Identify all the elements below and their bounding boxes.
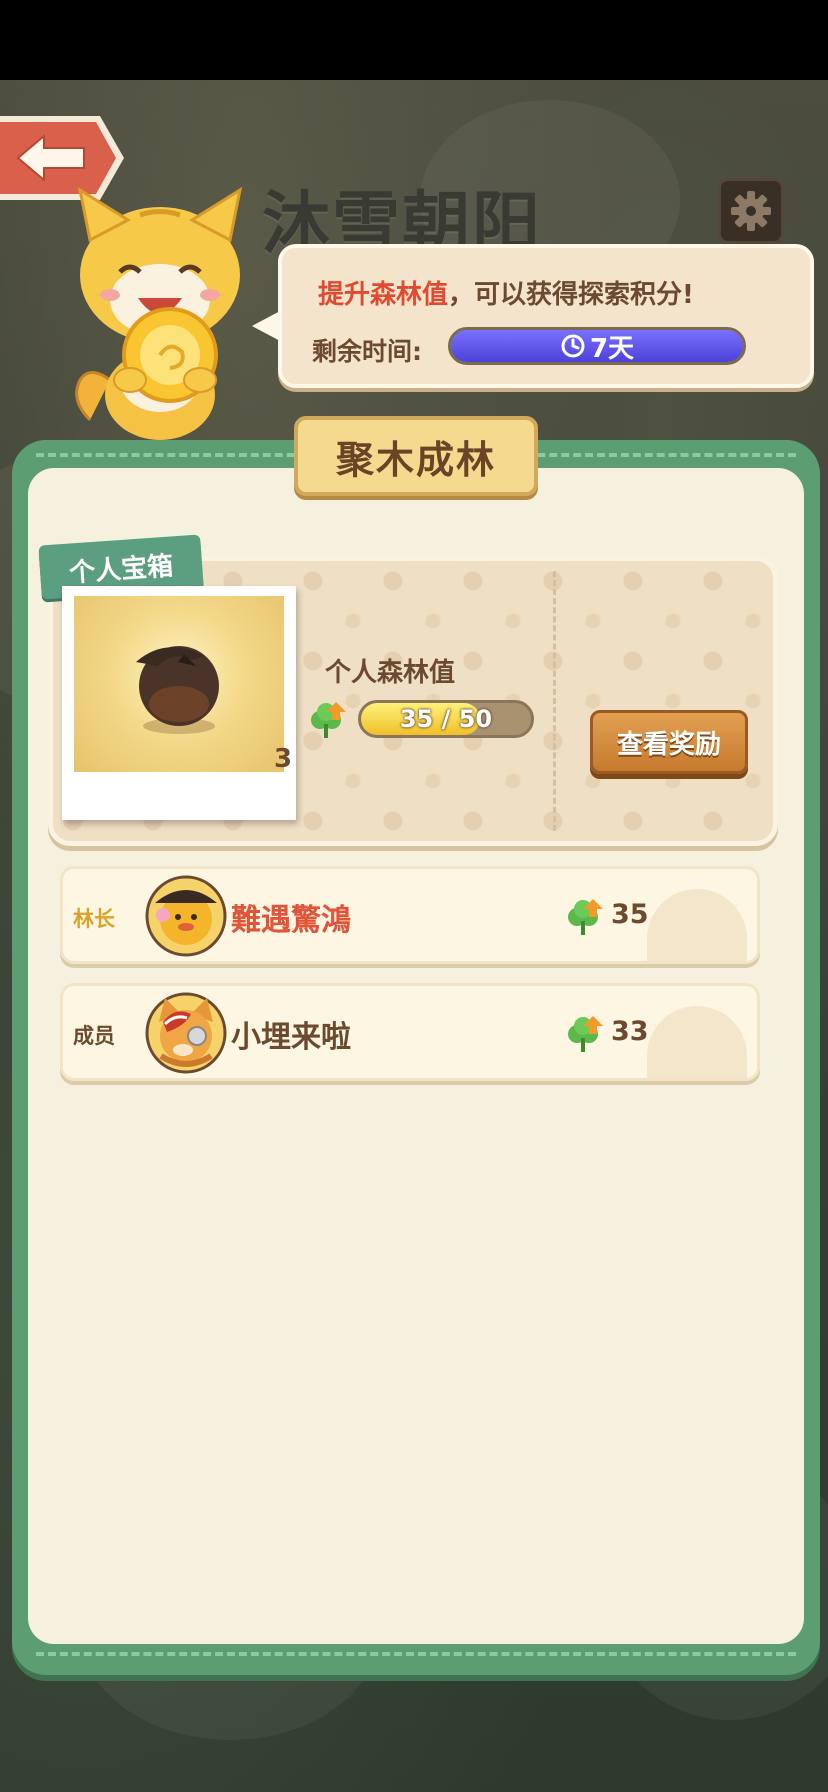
avatar[interactable] xyxy=(145,875,227,957)
status-bar xyxy=(0,0,828,80)
panel-title: 聚木成林 xyxy=(294,416,538,496)
card-divider xyxy=(553,571,556,831)
clover-up-icon xyxy=(568,899,603,935)
clover-up-icon xyxy=(568,1016,603,1052)
row-decoration xyxy=(647,889,747,961)
hint-bubble: 提升森林值，可以获得探索积分! 剩余时间: 7天 xyxy=(252,244,814,388)
remaining-time-value: 7天 xyxy=(589,333,635,364)
hint-highlight: 提升森林值 xyxy=(318,280,449,310)
hint-text: 提升森林值，可以获得探索积分! xyxy=(318,274,694,311)
hint-message: ，可以获得探索积分! xyxy=(448,280,694,310)
member-row[interactable]: 林长 難遇驚鴻 35 xyxy=(60,866,760,964)
member-role: 成员 xyxy=(73,1024,115,1048)
cat-mascot xyxy=(50,180,270,450)
member-score: 35 xyxy=(611,899,649,930)
forest-value-label: 个人森林值 xyxy=(325,658,456,688)
panel-bottom-dash xyxy=(36,1652,796,1656)
chest-image: 3 xyxy=(74,596,292,774)
settings-button[interactable] xyxy=(718,178,784,244)
member-role: 林长 xyxy=(73,907,115,931)
clock-icon xyxy=(561,334,585,358)
clover-up-icon xyxy=(311,702,346,738)
remaining-time-label: 剩余时间: xyxy=(312,337,422,366)
member-row[interactable]: 成员 小埋来啦 33 xyxy=(60,983,760,1081)
team-name-title: 沐雪朝阳 xyxy=(262,185,543,264)
gear-icon xyxy=(731,191,771,231)
forest-value-text: 35 / 50 xyxy=(399,705,493,733)
member-name: 難遇驚鴻 xyxy=(231,903,351,938)
view-rewards-button[interactable]: 查看奖励 xyxy=(590,710,748,774)
member-name: 小埋来啦 xyxy=(231,1020,351,1055)
member-score: 33 xyxy=(611,1016,649,1047)
forest-value-bar: 35 / 50 xyxy=(358,700,534,738)
avatar[interactable] xyxy=(145,992,227,1074)
egg-chest-icon xyxy=(136,646,219,734)
remaining-time-bar: 7天 xyxy=(448,327,746,365)
chest-item-frame[interactable]: 3 xyxy=(62,586,296,820)
row-decoration xyxy=(647,1006,747,1078)
chest-count: 3 xyxy=(274,744,293,774)
